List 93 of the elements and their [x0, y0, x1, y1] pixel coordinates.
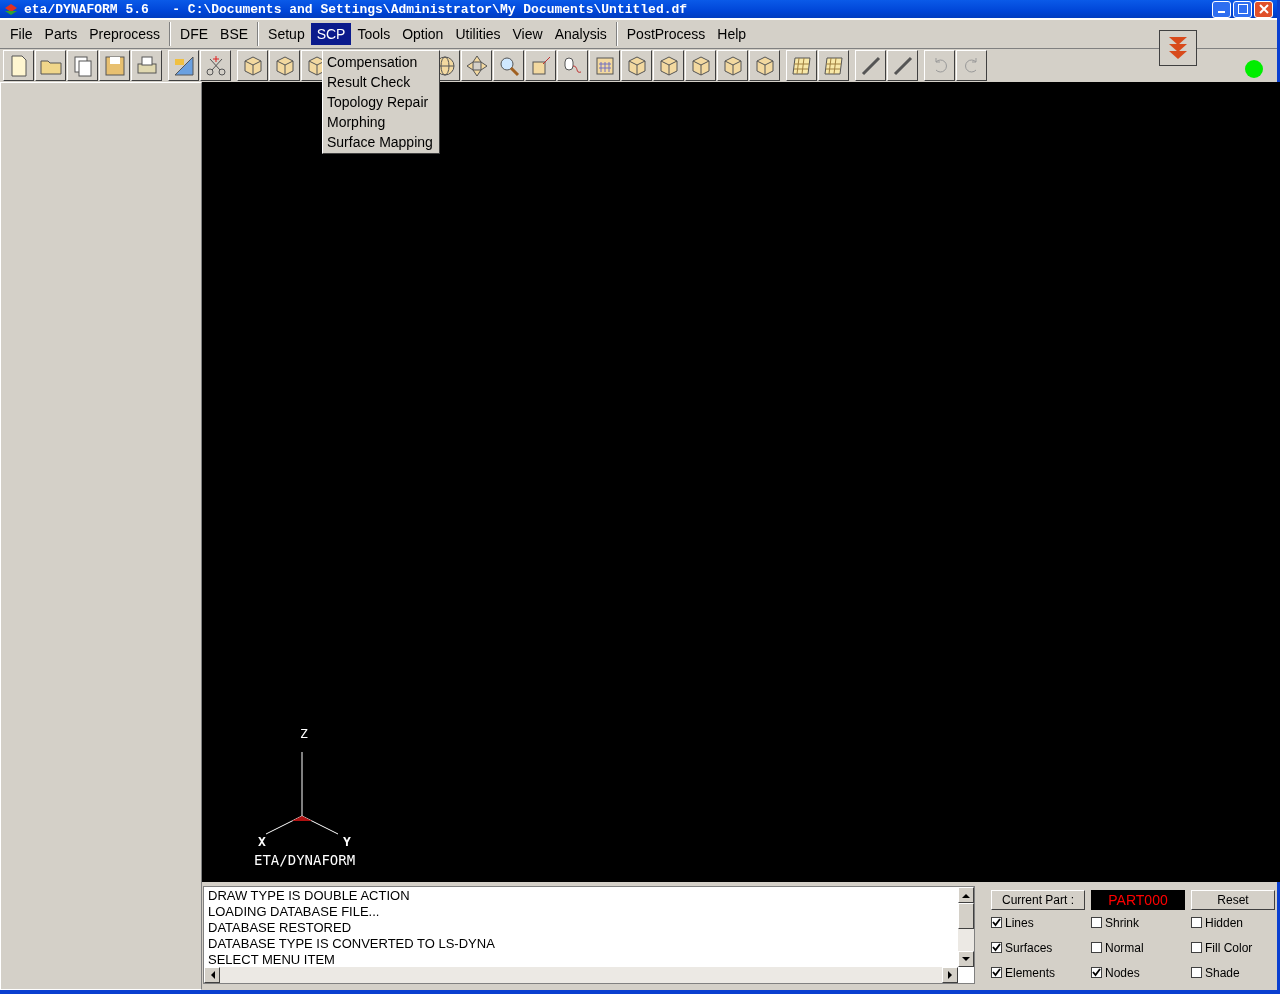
menu-item[interactable]: Option: [396, 23, 450, 45]
checkbox-label: Surfaces: [1005, 940, 1053, 955]
menu-item[interactable]: File: [4, 23, 39, 45]
toolbar-button[interactable]: [168, 50, 199, 81]
log-line: LOADING DATABASE FILE...: [208, 904, 381, 920]
menu-item[interactable]: DFE: [174, 23, 215, 45]
log-line: DATABASE TYPE IS CONVERTED TO LS-DYNA: [208, 936, 496, 952]
checkbox-label: Hidden: [1205, 915, 1244, 930]
menu-item[interactable]: BSE: [214, 23, 255, 45]
scroll-up-icon: [962, 892, 970, 898]
toolbar-button[interactable]: [557, 50, 588, 81]
menu-item[interactable]: Utilities: [449, 23, 507, 45]
toolbar-button[interactable]: [67, 50, 98, 81]
checkbox-label: Normal: [1105, 940, 1144, 955]
scissors-icon: [203, 53, 228, 78]
maximize-button[interactable]: [1233, 0, 1252, 18]
toolbar-button[interactable]: [200, 50, 231, 81]
reset-button[interactable]: Reset: [1191, 890, 1275, 910]
toolbar-button[interactable]: [855, 50, 886, 81]
checkbox-label: Nodes: [1105, 965, 1140, 980]
checkbox[interactable]: [991, 917, 1002, 928]
menu-item[interactable]: View: [506, 23, 549, 45]
toolbar-button[interactable]: [461, 50, 492, 81]
axis-label: Y: [343, 834, 351, 849]
axis-label: Z: [300, 726, 308, 741]
expand-button[interactable]: [1159, 30, 1197, 66]
checkbox-label: Lines: [1005, 915, 1034, 930]
menu-item[interactable]: Help: [711, 23, 753, 45]
menu-item[interactable]: Analysis: [548, 23, 613, 45]
checkbox[interactable]: [1091, 967, 1102, 978]
save-icon: [102, 53, 127, 78]
status-light-icon: [1244, 59, 1264, 79]
current-part-field: PART000: [1091, 890, 1185, 910]
log-line: SELECT MENU ITEM: [208, 952, 336, 967]
toolbar-button[interactable]: [818, 50, 849, 81]
toolbar-button[interactable]: [685, 50, 716, 81]
current-part-button[interactable]: Current Part :: [991, 890, 1085, 910]
toolbar-button[interactable]: [493, 50, 524, 81]
log-line: DRAW TYPE IS DOUBLE ACTION: [208, 888, 411, 904]
menu-item[interactable]: Parts: [38, 23, 84, 45]
move-arrows-icon: [464, 53, 489, 78]
menu-item[interactable]: PostProcess: [620, 23, 712, 45]
menu-option[interactable]: Result Check: [323, 72, 439, 92]
maximize-icon: [1237, 4, 1248, 14]
scroll-right-icon: [947, 971, 953, 979]
toolbar-button[interactable]: [237, 50, 268, 81]
checkbox-label: Elements: [1005, 965, 1056, 980]
axis-label: X: [258, 834, 266, 849]
menu-option[interactable]: Surface Mapping: [323, 132, 439, 152]
menu-item[interactable]: Setup: [262, 23, 311, 45]
toolbar-button[interactable]: [749, 50, 780, 81]
toolbar-button[interactable]: [887, 50, 918, 81]
menu-option[interactable]: Topology Repair: [323, 92, 439, 112]
checkbox[interactable]: [1191, 917, 1202, 928]
checkbox-label: Fill Color: [1205, 940, 1253, 955]
horizontal-scrollbar[interactable]: [204, 967, 958, 983]
toolbar-button[interactable]: [956, 50, 987, 81]
scroll-down-icon: [962, 956, 970, 962]
toolbar-button[interactable]: [269, 50, 300, 81]
window-title: eta/DYNAFORM 5.6 - C:\Documents and Settings\Administrator\My Documents\Untitled.df: [24, 1, 688, 17]
toolbar-button[interactable]: [35, 50, 66, 81]
checkbox-label: Shrink: [1105, 915, 1139, 930]
checkbox[interactable]: [1191, 967, 1202, 978]
toolbar-button[interactable]: [653, 50, 684, 81]
scroll-left-icon: [209, 971, 215, 979]
checkbox[interactable]: [1091, 917, 1102, 928]
vertical-scrollbar[interactable]: [958, 887, 974, 967]
toolbar-button[interactable]: [589, 50, 620, 81]
menu-item[interactable]: Preprocess: [83, 23, 167, 45]
double-chevron-down-icon: [1167, 35, 1189, 61]
checkbox[interactable]: [1091, 942, 1102, 953]
log-line: DATABASE RESTORED: [208, 920, 353, 936]
checkbox[interactable]: [991, 942, 1002, 953]
checkbox[interactable]: [991, 967, 1002, 978]
menu-item[interactable]: Tools: [351, 23, 397, 45]
menu-option[interactable]: Morphing: [323, 112, 439, 132]
toolbar-button[interactable]: [99, 50, 130, 81]
toolbar-button[interactable]: [3, 50, 34, 81]
checkbox[interactable]: [1191, 942, 1202, 953]
menu-item[interactable]: SCP: [310, 23, 352, 45]
menu-option[interactable]: Compensation: [323, 52, 439, 72]
toolbar-button[interactable]: [717, 50, 748, 81]
app-logo-icon: [4, 2, 18, 16]
minimize-button[interactable]: [1212, 0, 1231, 18]
toolbar-button[interactable]: [621, 50, 652, 81]
toolbar-button[interactable]: [525, 50, 556, 81]
close-icon: [1258, 4, 1269, 14]
toolbar-button[interactable]: [786, 50, 817, 81]
checkbox-label: Shade: [1205, 965, 1240, 980]
viewport-caption: ETA/DYNAFORM: [254, 852, 356, 868]
toolbar-button[interactable]: [924, 50, 955, 81]
close-button[interactable]: [1254, 0, 1273, 18]
toolbar-button[interactable]: [131, 50, 162, 81]
